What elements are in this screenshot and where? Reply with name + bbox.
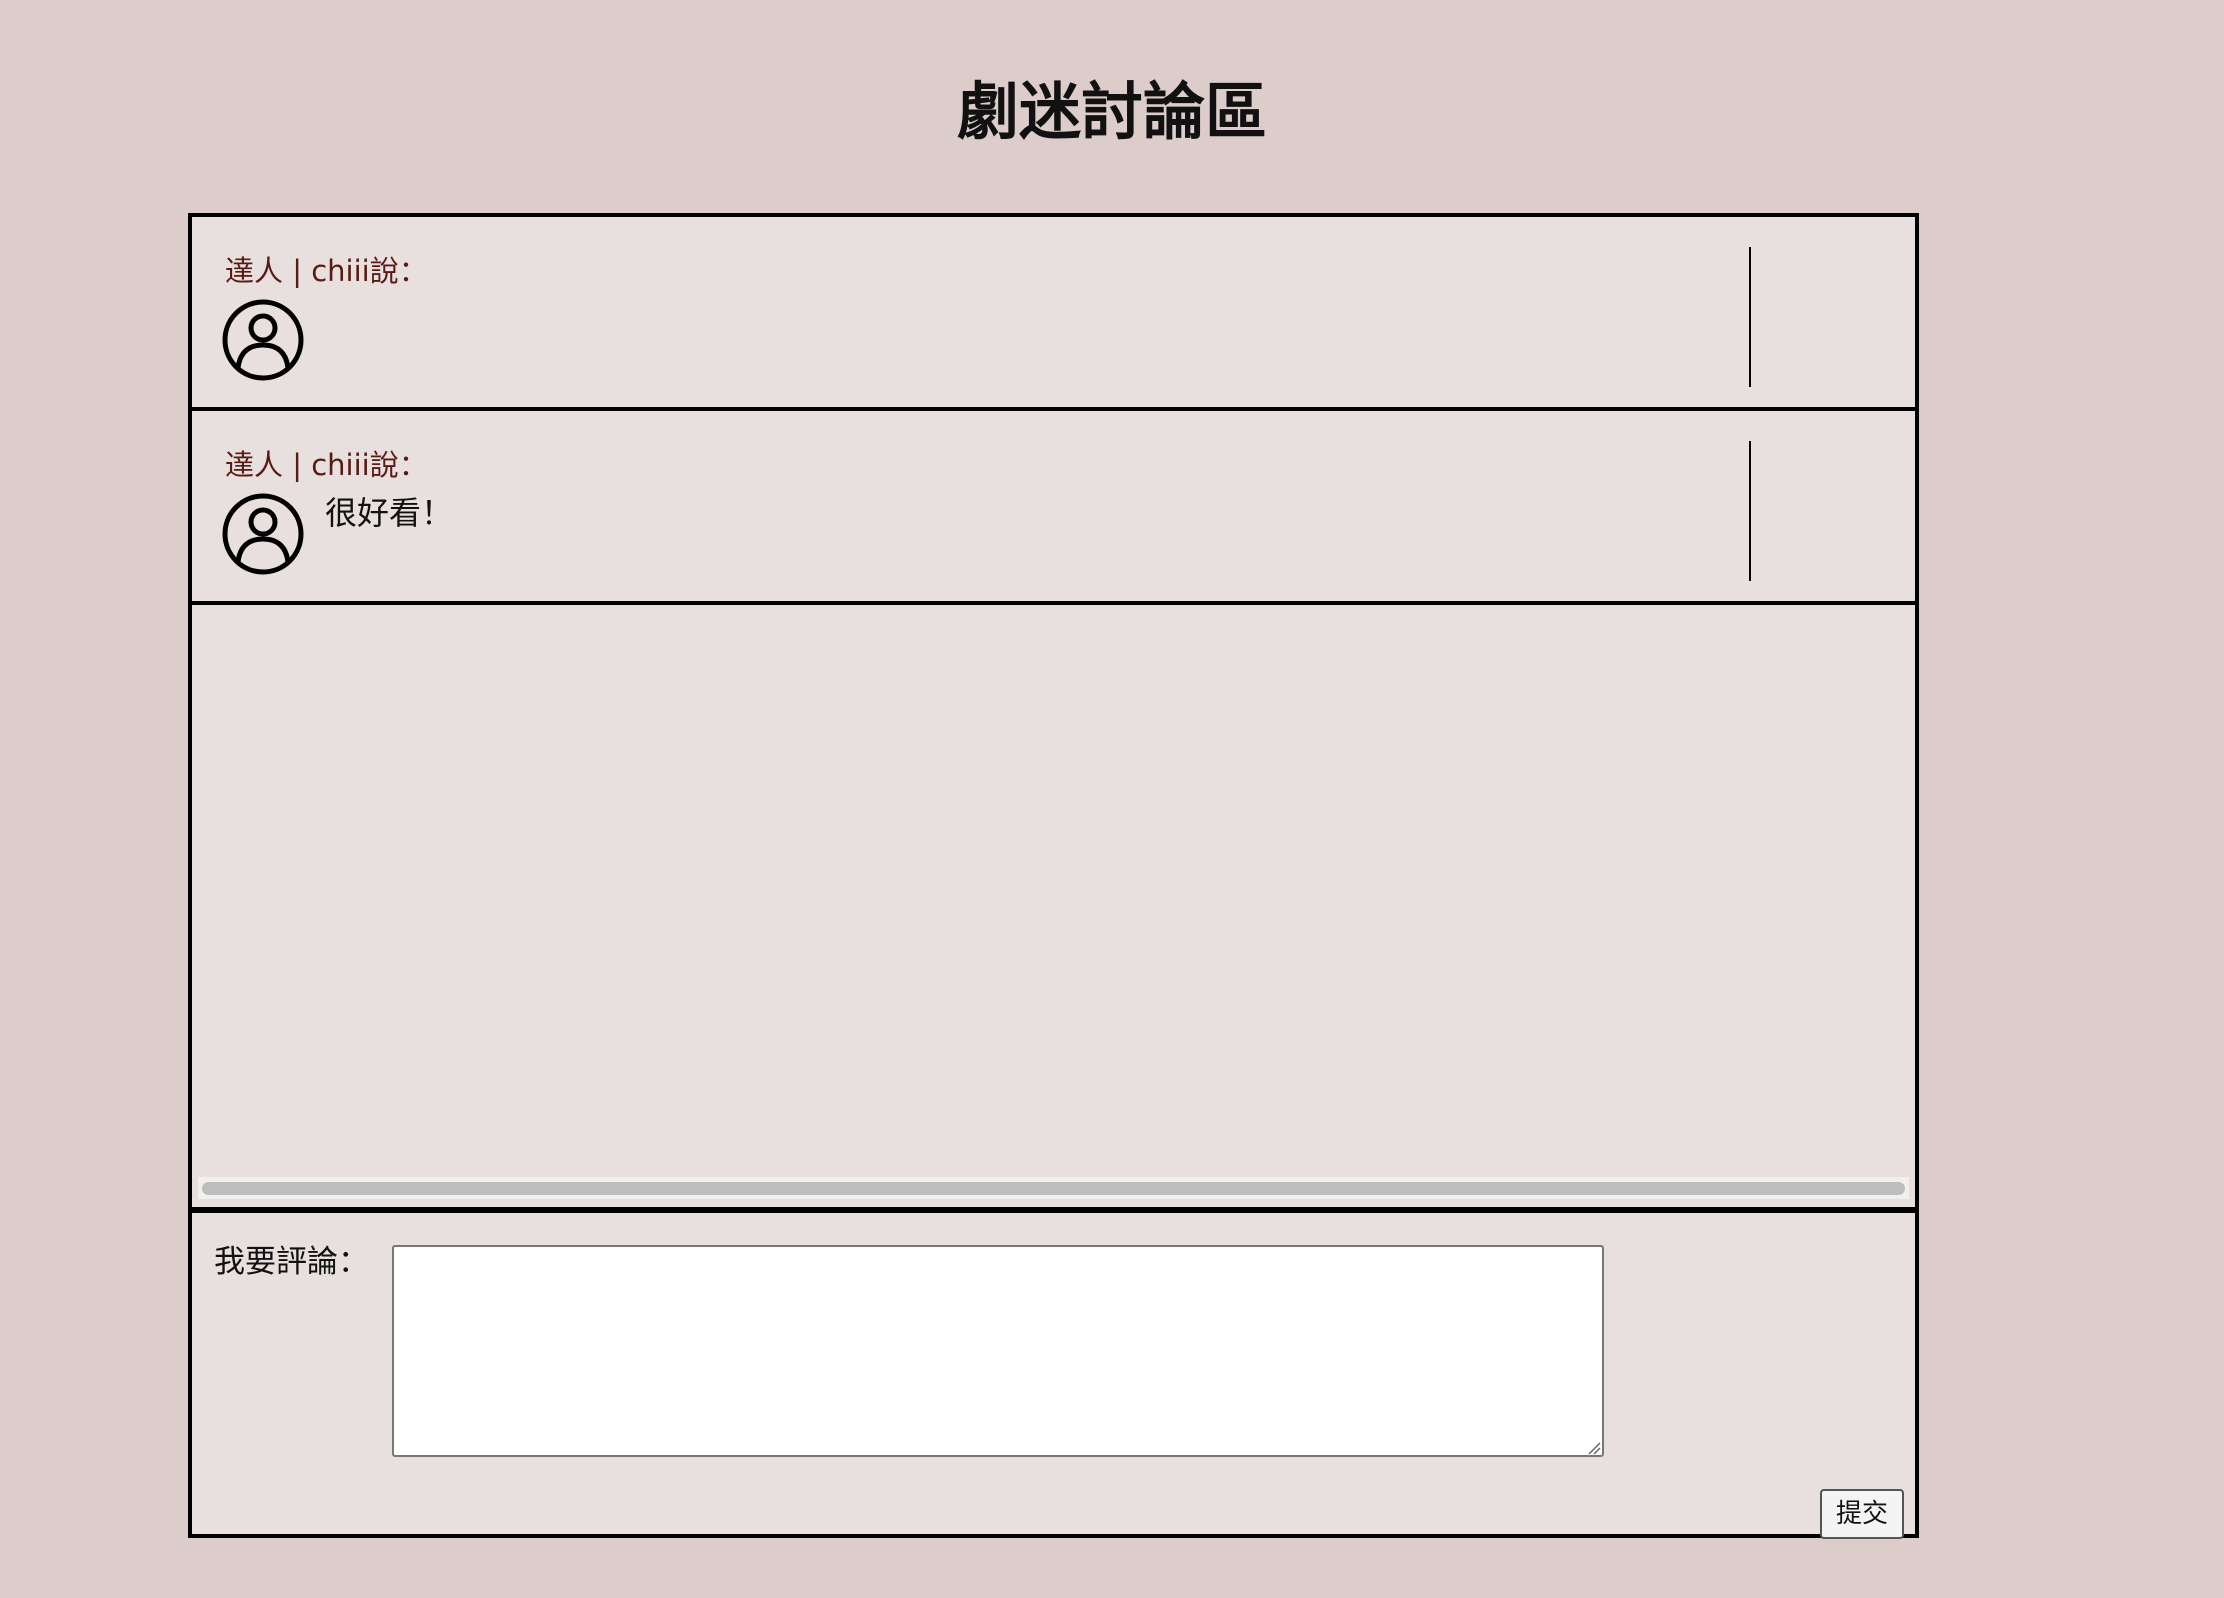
comment-label: 我要評論： xyxy=(214,1244,369,1280)
user-circle-icon xyxy=(222,299,304,381)
comment-author: 達人 | chiii說： xyxy=(225,254,428,288)
comment-body: 很好看！ xyxy=(325,494,454,532)
comment-author: 達人 | chiii說： xyxy=(225,448,428,482)
comment-divider xyxy=(1749,247,1751,387)
horizontal-scrollbar[interactable] xyxy=(198,1177,1909,1199)
comment-item: 達人 | chiii說： 很好看！ xyxy=(192,411,1915,605)
comment-compose: 我要評論： 提交 xyxy=(192,1207,1915,1539)
comment-item: 達人 | chiii說： xyxy=(192,217,1915,411)
comment-textarea[interactable] xyxy=(392,1245,1604,1457)
resize-grip-icon[interactable] xyxy=(1587,1441,1601,1455)
submit-button[interactable]: 提交 xyxy=(1820,1489,1904,1539)
comment-list[interactable]: 達人 | chiii說： 達人 | chiii說： 很好看！ xyxy=(192,217,1915,1207)
discussion-board: 達人 | chiii說： 達人 | chiii說： 很好看！ 我要評論： 提交 xyxy=(188,213,1919,1539)
page-title: 劇迷討論區 xyxy=(956,75,1267,148)
user-circle-icon xyxy=(222,493,304,575)
comment-divider xyxy=(1749,441,1751,581)
scrollbar-thumb[interactable] xyxy=(202,1182,1905,1195)
